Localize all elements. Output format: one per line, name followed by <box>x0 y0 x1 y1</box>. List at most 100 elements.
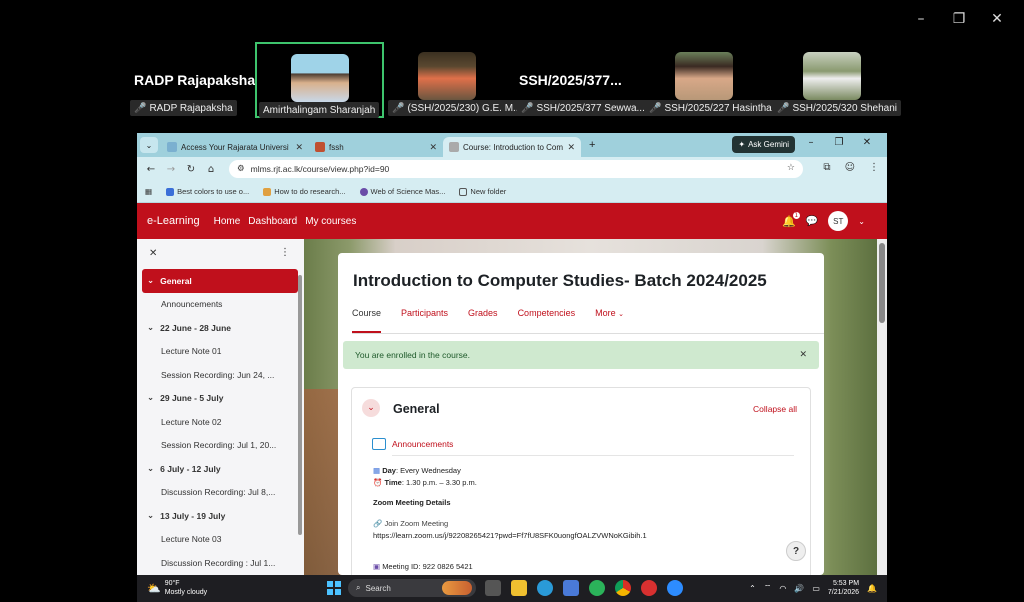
notifications-icon[interactable]: 🔔 <box>867 584 877 593</box>
bookmark-item[interactable]: Web of Science Mas... <box>359 187 445 196</box>
course-index-item[interactable]: Lecture Note 02 <box>137 410 304 434</box>
whatsapp-icon[interactable] <box>589 580 605 596</box>
weather-widget[interactable]: ⛅ 90°F Mostly cloudy <box>147 579 207 597</box>
course-index-section[interactable]: ⌄ 13 July - 19 July <box>137 504 304 528</box>
notification-bell-icon[interactable]: 🔔 1 <box>782 211 800 228</box>
edge-icon[interactable] <box>537 580 553 596</box>
browser-minimize-button[interactable]: – <box>797 137 825 148</box>
close-drawer-icon[interactable]: ✕ <box>149 248 157 259</box>
course-index-item[interactable]: Session Recording: Jun 24, ... <box>137 363 304 387</box>
menu-icon[interactable]: ⋮ <box>869 162 879 173</box>
browser-tab-1[interactable]: Access Your Rajarata University ✕ <box>161 137 309 157</box>
bookmark-item[interactable]: How to do research... <box>263 187 346 196</box>
dismiss-alert-icon[interactable]: ✕ <box>799 350 807 360</box>
participant-tile-1[interactable]: RADP Rajapaksha 🎤 RADP Rajapaksha <box>128 42 255 118</box>
store-icon[interactable] <box>563 580 579 596</box>
drawer-options-icon[interactable]: ⋮ <box>280 247 290 258</box>
course-index-label: Lecture Note 01 <box>161 346 222 357</box>
browser-tab-3[interactable]: Course: Introduction to Compu ✕ <box>443 137 581 157</box>
user-avatar[interactable]: ST <box>828 211 849 231</box>
zoom-link[interactable]: https://learn.zoom.us/j/92208265421?pwd=… <box>373 531 647 540</box>
course-index-item[interactable]: Announcements <box>137 293 304 317</box>
ask-gemini-button[interactable]: ✦ Ask Gemini <box>732 136 795 153</box>
site-info-icon[interactable]: ⚙ <box>237 164 245 174</box>
new-tab-button[interactable]: + <box>589 139 595 151</box>
collapse-section-icon[interactable]: ⌄ <box>362 399 380 417</box>
nav-dashboard[interactable]: Dashboard <box>248 216 297 227</box>
file-explorer-icon[interactable] <box>511 580 527 596</box>
course-index-item[interactable]: Session Recording: Jul 1, 20... <box>137 434 304 458</box>
url-input[interactable]: ⚙ mlms.rjt.ac.lk/course/view.php?id=90 ☆ <box>229 160 803 178</box>
wifi-icon[interactable]: ◠ <box>779 584 786 593</box>
extensions-icon[interactable]: ⧉ <box>823 162 830 173</box>
site-brand[interactable]: e-Learning <box>147 215 200 227</box>
volume-icon[interactable]: 🔊 <box>794 584 804 593</box>
chevron-down-icon[interactable]: ⌄ <box>147 511 154 521</box>
tray-overflow-icon[interactable]: ⌃ <box>749 584 756 593</box>
task-view-icon[interactable] <box>485 580 501 596</box>
close-button[interactable]: ✕ <box>978 8 1016 30</box>
tab-course[interactable]: Course <box>352 308 382 333</box>
start-button[interactable] <box>327 581 341 595</box>
minimize-button[interactable]: – <box>902 8 940 30</box>
section-general: ⌄ General Collapse all Announcements ▦ D… <box>351 387 811 575</box>
apps-icon[interactable]: ▦ <box>145 187 152 196</box>
home-icon[interactable]: ⌂ <box>201 164 221 175</box>
course-index-item[interactable]: Discussion Recording: Jul 8,... <box>137 481 304 505</box>
taskbar-search[interactable]: ⌕ Search <box>348 579 476 597</box>
participant-tile-5[interactable]: 🎤 SSH/2025/227 Hasintha <box>643 42 776 118</box>
bookmark-item[interactable]: Best colors to use o... <box>166 187 249 196</box>
drawer-scrollbar[interactable] <box>298 275 302 535</box>
course-index-item[interactable]: Lecture Note 01 <box>137 340 304 364</box>
nav-home[interactable]: Home <box>214 216 241 227</box>
tab-more[interactable]: More ⌄ <box>595 308 624 333</box>
browser-close-button[interactable]: ✕ <box>853 137 881 148</box>
collapse-all-link[interactable]: Collapse all <box>753 404 797 414</box>
close-tab-icon[interactable]: ✕ <box>295 142 303 153</box>
browser-restore-button[interactable]: ❐ <box>825 137 853 148</box>
participant-tile-4[interactable]: SSH/2025/377... 🎤 SSH/2025/377 Sewwa... <box>515 42 649 118</box>
course-index-section[interactable]: ⌄ 29 June - 5 July <box>137 387 304 411</box>
back-icon[interactable]: ← <box>141 164 161 175</box>
tab-search-button[interactable]: ⌄ <box>140 137 158 153</box>
battery-icon[interactable]: ▭ <box>812 584 820 593</box>
tab-favicon-icon <box>449 142 459 152</box>
nav-my-courses[interactable]: My courses <box>305 216 356 227</box>
tab-grades[interactable]: Grades <box>468 308 498 333</box>
chevron-down-icon[interactable]: ⌄ <box>147 323 154 333</box>
chevron-down-icon[interactable]: ⌄ <box>147 393 154 403</box>
scrollbar-thumb[interactable] <box>879 243 885 323</box>
chevron-down-icon[interactable]: ⌄ <box>147 276 154 286</box>
clock[interactable]: 5:53 PM 7/21/2026 <box>828 579 859 597</box>
network-icon[interactable]: ⌔ <box>764 583 772 593</box>
bookmark-folder[interactable]: New folder <box>459 187 506 196</box>
help-button[interactable]: ? <box>786 541 806 561</box>
close-tab-icon[interactable]: ✕ <box>429 142 437 153</box>
course-index-section[interactable]: ⌄ 22 June - 28 June <box>137 316 304 340</box>
course-index-item[interactable]: Lecture Note 03 <box>137 528 304 552</box>
course-index-section[interactable]: ⌄ General <box>142 269 298 293</box>
tab-competencies[interactable]: Competencies <box>518 308 576 333</box>
zoom-icon[interactable] <box>667 580 683 596</box>
participant-tile-6[interactable]: 🎤 SSH/2025/320 Shehani <box>771 42 901 118</box>
course-index-item[interactable]: Discussion Recording : Jul 1... <box>137 551 304 575</box>
participant-tile-3[interactable]: 🎤 (SSH/2025/230) G.E. M... <box>386 42 526 118</box>
participant-tile-2[interactable]: Amirthalingam Sharanjah <box>255 42 384 118</box>
activity-link[interactable]: Announcements <box>392 439 453 449</box>
course-index-section[interactable]: ⌄ 6 July - 12 July <box>137 457 304 481</box>
close-tab-icon[interactable]: ✕ <box>567 142 575 153</box>
profile-icon[interactable]: ☺ <box>845 162 855 173</box>
chevron-down-icon[interactable]: ⌄ <box>147 464 154 474</box>
user-menu-chevron-icon[interactable]: ⌄ <box>858 217 865 226</box>
tab-participants[interactable]: Participants <box>401 308 448 333</box>
restore-button[interactable]: ❐ <box>940 8 978 30</box>
pdf-icon[interactable] <box>641 580 657 596</box>
bookmark-star-icon[interactable]: ☆ <box>787 163 795 173</box>
browser-tab-2[interactable]: fssh ✕ <box>309 137 443 157</box>
chrome-icon[interactable] <box>615 580 631 596</box>
forward-icon[interactable]: → <box>161 164 181 175</box>
reload-icon[interactable]: ↻ <box>181 164 201 175</box>
bookmark-favicon-icon <box>166 187 175 196</box>
page-scrollbar[interactable] <box>877 239 887 575</box>
messages-icon[interactable]: 💬 <box>806 216 818 227</box>
